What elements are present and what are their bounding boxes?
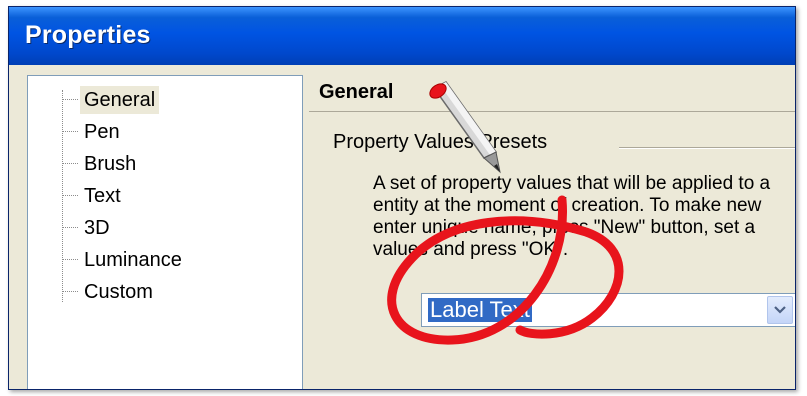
panel-header: General	[309, 75, 795, 112]
chevron-down-icon	[774, 306, 786, 314]
window-title: Properties	[25, 21, 151, 49]
description-line: enter unique name, press "New" button, s…	[373, 217, 756, 238]
title-bar[interactable]: Properties	[9, 7, 795, 65]
tree-item-label: Text	[84, 185, 121, 207]
tree-item-label: Custom	[84, 281, 153, 303]
preset-combobox[interactable]: Label Text	[421, 293, 795, 327]
combobox-selected-value: Label Text	[428, 297, 532, 322]
tree-branch-line	[62, 131, 78, 132]
tree-branch-line	[62, 227, 78, 228]
tree-branch-line	[62, 99, 78, 100]
tree-branch-line	[62, 195, 78, 196]
description-line: values and press "OK".	[373, 239, 569, 260]
tree-item-label: 3D	[84, 217, 110, 239]
description-line: entity at the moment of creation. To mak…	[373, 195, 762, 216]
tree-item-label: Luminance	[84, 249, 182, 271]
tree-item-label: Brush	[84, 153, 137, 175]
category-tree[interactable]: General Pen Brush Text 3D Luminance Cust…	[27, 75, 303, 389]
group-divider	[619, 147, 795, 149]
description-line: A set of property values that will be ap…	[373, 173, 771, 194]
combobox-dropdown-button[interactable]	[767, 296, 793, 324]
tree-item-label: General	[80, 86, 160, 114]
group-title: Property Values Presets	[333, 131, 548, 153]
panel-heading: General	[319, 81, 394, 103]
tree-item-label: Pen	[84, 121, 120, 143]
description-text: A set of property values that will be ap…	[373, 173, 795, 261]
tree-branch-line	[62, 163, 78, 164]
tree-connector-line	[62, 90, 63, 302]
tree-branch-line	[62, 259, 78, 260]
tree-branch-line	[62, 291, 78, 292]
properties-window: Properties General Pen Brush Text 3D Lum…	[8, 6, 796, 390]
properties-panel: General Property Values Presets A set of…	[309, 75, 795, 389]
